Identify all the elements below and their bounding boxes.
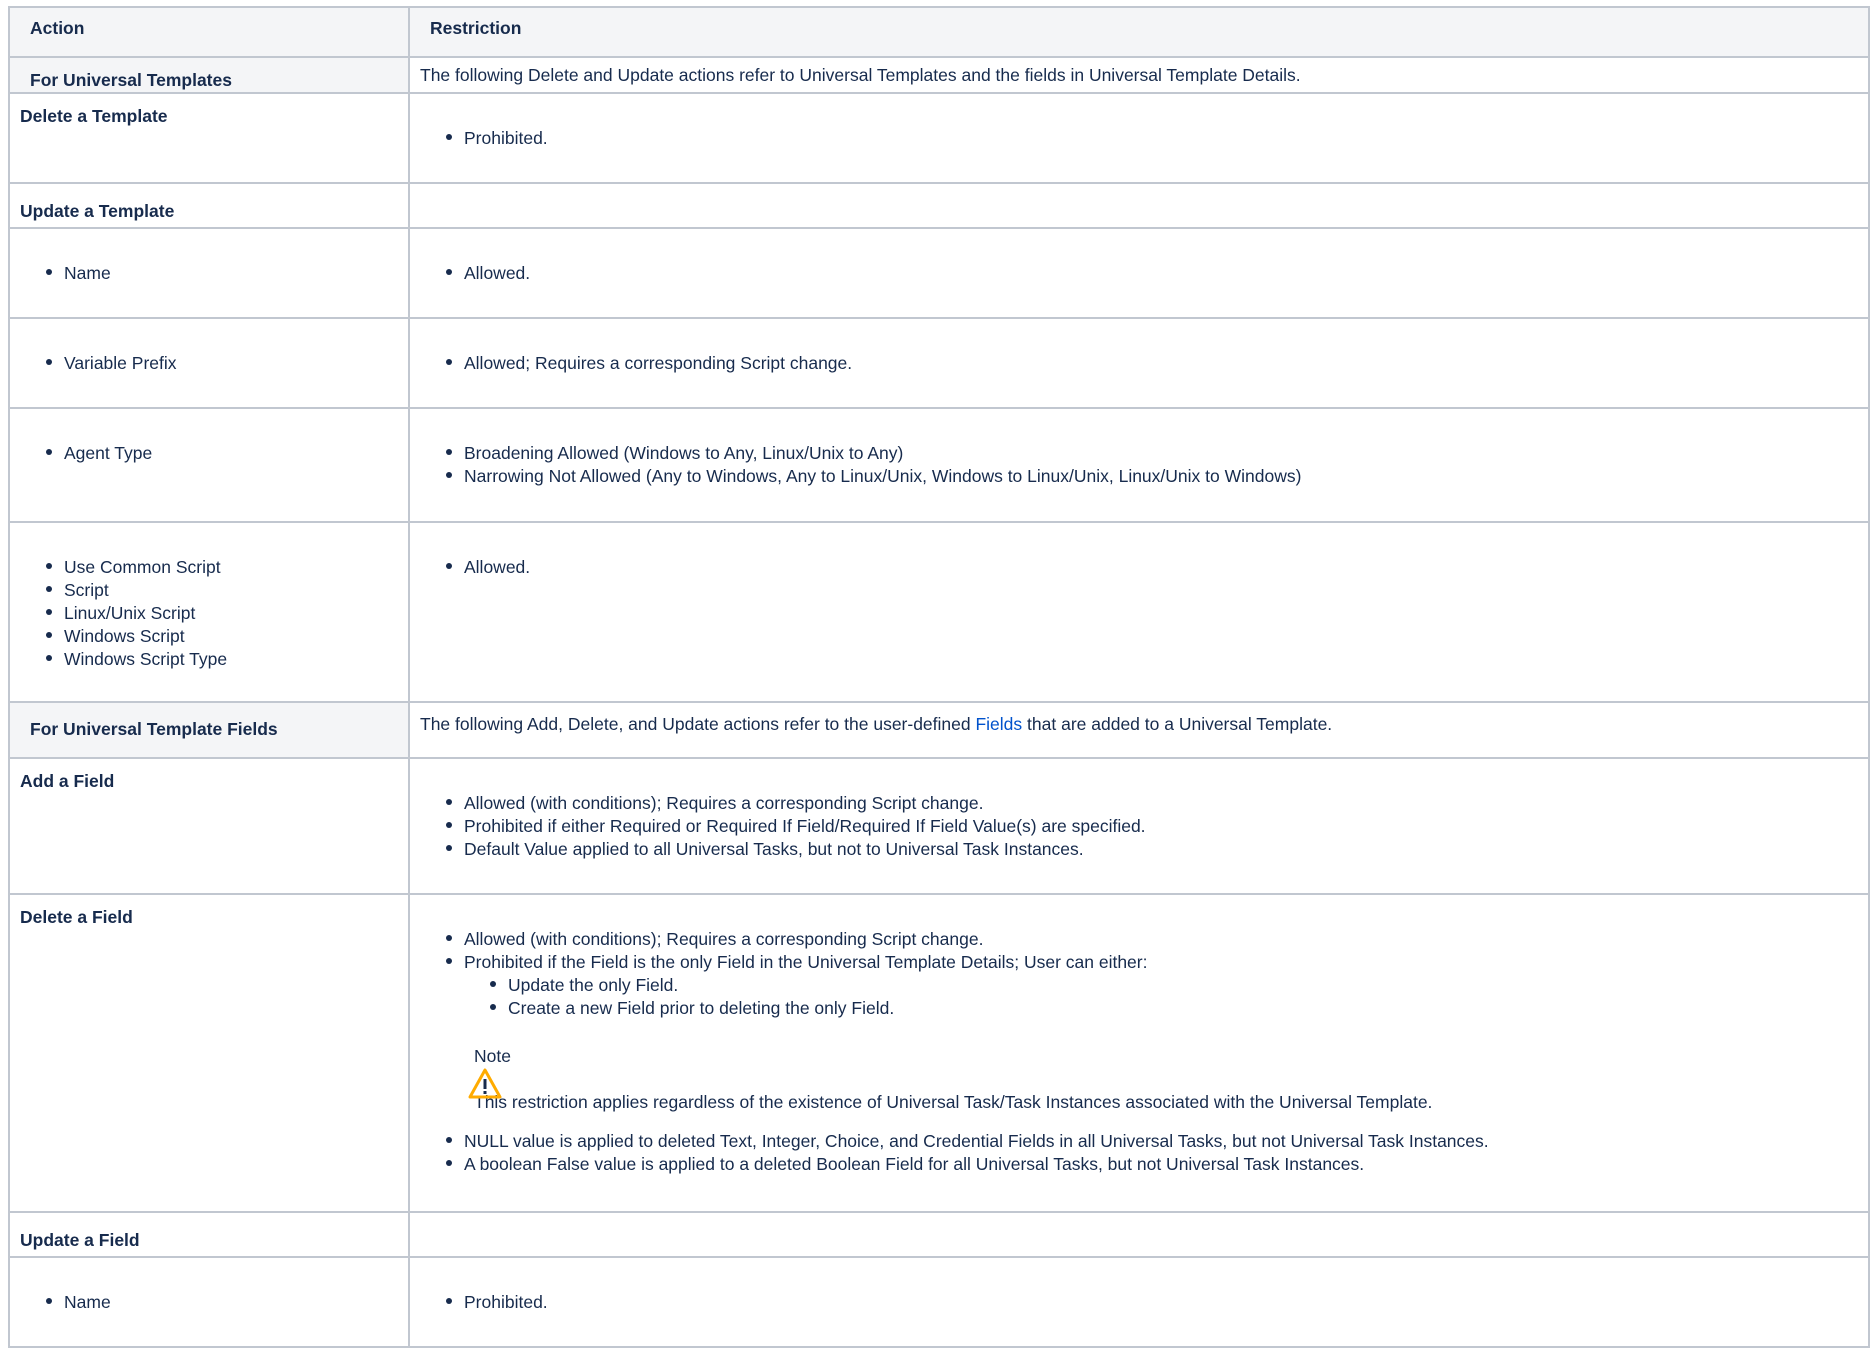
list-item-text: Prohibited if the Field is the only Fiel… <box>464 952 1148 972</box>
section-row-templates: For Universal Templates The following De… <box>8 56 1870 94</box>
list-item: Prohibited if either Required or Require… <box>446 815 1858 838</box>
section-label: For Universal Templates <box>30 70 232 90</box>
table-row: Name Allowed. <box>8 227 1870 319</box>
note-panel: Note This restriction applies regardless… <box>420 1045 1858 1114</box>
action-cell: Add a Field <box>8 757 410 895</box>
section-label-cell: For Universal Templates <box>8 56 410 94</box>
action-cell: Update a Field <box>8 1211 410 1258</box>
fields-link[interactable]: Fields <box>975 714 1022 734</box>
list-item: Broadening Allowed (Windows to Any, Linu… <box>446 442 1858 465</box>
restrictions-document: Action Restriction For Universal Templat… <box>8 6 1870 1348</box>
table-row: Delete a Template Prohibited. <box>8 92 1870 184</box>
action-cell: Use Common Script Script Linux/Unix Scri… <box>8 521 410 703</box>
table-header-row: Action Restriction <box>8 6 1870 58</box>
section-label: For Universal Template Fields <box>30 719 278 739</box>
list-item: Windows Script <box>46 625 398 648</box>
restriction-list: Allowed (with conditions); Requires a co… <box>420 792 1858 861</box>
note-title: Note <box>474 1046 511 1066</box>
restriction-cell: Allowed. <box>408 521 1870 703</box>
action-list: Name <box>20 1291 398 1314</box>
restriction-cell: Allowed; Requires a corresponding Script… <box>408 317 1870 409</box>
list-item: Allowed. <box>446 262 1858 285</box>
section-description-cell: The following Delete and Update actions … <box>408 56 1870 94</box>
action-label: Delete a Template <box>20 106 168 126</box>
restrictions-table: Action Restriction For Universal Templat… <box>8 6 1870 1348</box>
list-item: Agent Type <box>46 442 398 465</box>
action-cell: Update a Template <box>8 182 410 229</box>
section-description-after: that are added to a Universal Template. <box>1022 714 1333 734</box>
list-item: Prohibited if the Field is the only Fiel… <box>446 951 1858 1020</box>
section-description-cell: The following Add, Delete, and Update ac… <box>408 701 1870 759</box>
action-label: Delete a Field <box>20 907 133 927</box>
restriction-list: Allowed. <box>420 262 1858 285</box>
action-label: Update a Template <box>20 201 175 221</box>
action-cell: Delete a Field <box>8 893 410 1213</box>
list-item: Windows Script Type <box>46 648 398 671</box>
restriction-cell: Allowed (with conditions); Requires a co… <box>408 893 1870 1213</box>
section-label-cell: For Universal Template Fields <box>8 701 410 759</box>
list-item: Script <box>46 579 398 602</box>
table-row: Agent Type Broadening Allowed (Windows t… <box>8 407 1870 523</box>
list-item: Allowed. <box>446 556 1858 579</box>
restriction-cell <box>408 182 1870 229</box>
section-description: The following Delete and Update actions … <box>420 65 1301 85</box>
list-item: Allowed (with conditions); Requires a co… <box>446 928 1858 951</box>
list-item: A boolean False value is applied to a de… <box>446 1153 1858 1176</box>
list-item: Default Value applied to all Universal T… <box>446 838 1858 861</box>
list-item: Prohibited. <box>446 127 1858 150</box>
list-item: Create a new Field prior to deleting the… <box>490 997 1858 1020</box>
action-cell: Delete a Template <box>8 92 410 184</box>
warning-icon <box>468 1068 502 1099</box>
table-row: Update a Template <box>8 182 1870 229</box>
list-item: Variable Prefix <box>46 352 398 375</box>
restriction-list: Allowed. <box>420 556 1858 579</box>
table-row: Name Prohibited. <box>8 1256 1870 1348</box>
table-row: Update a Field <box>8 1211 1870 1258</box>
restriction-list: Allowed; Requires a corresponding Script… <box>420 352 1858 375</box>
action-cell: Agent Type <box>8 407 410 523</box>
action-cell: Name <box>8 1256 410 1348</box>
table-row: Add a Field Allowed (with conditions); R… <box>8 757 1870 895</box>
action-label: Update a Field <box>20 1230 140 1250</box>
action-list: Agent Type <box>20 442 398 465</box>
list-item: Use Common Script <box>46 556 398 579</box>
sub-restriction-list: Update the only Field. Create a new Fiel… <box>464 974 1858 1020</box>
column-header-action: Action <box>8 6 410 58</box>
list-item: Name <box>46 1291 398 1314</box>
note-text: This restriction applies regardless of t… <box>474 1092 1433 1112</box>
list-item: Allowed; Requires a corresponding Script… <box>446 352 1858 375</box>
action-label: Add a Field <box>20 771 115 791</box>
restriction-list: NULL value is applied to deleted Text, I… <box>420 1130 1858 1176</box>
table-row: Use Common Script Script Linux/Unix Scri… <box>8 521 1870 703</box>
section-description-before: The following Add, Delete, and Update ac… <box>420 714 976 734</box>
restriction-list: Prohibited. <box>420 127 1858 150</box>
restriction-cell: Allowed. <box>408 227 1870 319</box>
table-row: Variable Prefix Allowed; Requires a corr… <box>8 317 1870 409</box>
restriction-cell: Allowed (with conditions); Requires a co… <box>408 757 1870 895</box>
restriction-cell: Prohibited. <box>408 92 1870 184</box>
restriction-list: Prohibited. <box>420 1291 1858 1314</box>
action-list: Name <box>20 262 398 285</box>
list-item: Linux/Unix Script <box>46 602 398 625</box>
restriction-cell: Broadening Allowed (Windows to Any, Linu… <box>408 407 1870 523</box>
restriction-cell <box>408 1211 1870 1258</box>
list-item: Prohibited. <box>446 1291 1858 1314</box>
restriction-list: Allowed (with conditions); Requires a co… <box>420 928 1858 1020</box>
list-item: Update the only Field. <box>490 974 1858 997</box>
action-list: Variable Prefix <box>20 352 398 375</box>
list-item: Narrowing Not Allowed (Any to Windows, A… <box>446 465 1858 488</box>
action-cell: Name <box>8 227 410 319</box>
table-row: Delete a Field Allowed (with conditions)… <box>8 893 1870 1213</box>
action-cell: Variable Prefix <box>8 317 410 409</box>
restriction-list: Broadening Allowed (Windows to Any, Linu… <box>420 442 1858 488</box>
restriction-cell: Prohibited. <box>408 1256 1870 1348</box>
column-header-restriction: Restriction <box>408 6 1870 58</box>
list-item: Allowed (with conditions); Requires a co… <box>446 792 1858 815</box>
list-item: NULL value is applied to deleted Text, I… <box>446 1130 1858 1153</box>
list-item: Name <box>46 262 398 285</box>
section-row-fields: For Universal Template Fields The follow… <box>8 701 1870 759</box>
action-list: Use Common Script Script Linux/Unix Scri… <box>20 556 398 671</box>
